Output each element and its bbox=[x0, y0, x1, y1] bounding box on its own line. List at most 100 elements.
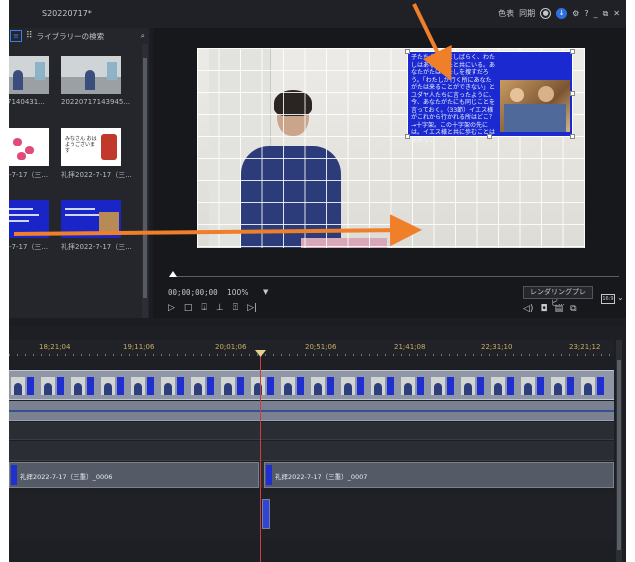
slide-frame-thumbnail bbox=[207, 377, 214, 395]
mark-in-icon[interactable]: ⍗ bbox=[201, 303, 206, 313]
slide-frame-thumbnail bbox=[507, 377, 514, 395]
slide-frame-thumbnail bbox=[477, 377, 484, 395]
video-frame-thumbnail bbox=[221, 377, 235, 395]
slide-frame-thumbnail bbox=[87, 377, 94, 395]
resize-handle[interactable] bbox=[405, 49, 410, 54]
clip-thumbnail bbox=[9, 56, 49, 94]
clip-caption: 20220717143945... bbox=[61, 98, 131, 106]
stop-icon[interactable]: □ bbox=[184, 303, 193, 313]
video-frame-thumbnail bbox=[41, 377, 55, 395]
search-placeholder: ライブラリーの検索 bbox=[36, 31, 105, 41]
slide-frame-thumbnail bbox=[177, 377, 184, 395]
render-preview-button[interactable]: レンダリングプレビ... bbox=[523, 286, 593, 307]
timeline-clip[interactable]: 礼拝2022-7-17（三重）_0006 bbox=[9, 462, 259, 488]
preview-tool-icons: ◁) ◘ ▤ ⧉ bbox=[523, 304, 577, 314]
library-clip[interactable]: みなさん おはようございます 礼拝2022-7-17（三... bbox=[61, 128, 132, 179]
playhead[interactable] bbox=[260, 356, 261, 562]
library-clip[interactable]: 7140431... bbox=[9, 56, 49, 106]
search-icon[interactable]: ⌕ bbox=[141, 31, 145, 42]
display-icon[interactable]: ▤ bbox=[555, 304, 564, 314]
resize-handle[interactable] bbox=[487, 134, 492, 139]
slide-frame-thumbnail bbox=[297, 377, 304, 395]
minimize-icon[interactable]: _ bbox=[594, 9, 598, 18]
resize-handle[interactable] bbox=[570, 134, 575, 139]
aspect-ratio-button[interactable]: 16:9 bbox=[601, 294, 615, 304]
snapshot-icon[interactable]: ⊥ bbox=[216, 303, 224, 313]
empty-track[interactable] bbox=[9, 422, 614, 440]
slide-text: みなさん おはようございます bbox=[65, 136, 97, 154]
ruler-tick-label: 20;01;06 bbox=[215, 343, 247, 351]
clip-thumbnail bbox=[61, 200, 121, 238]
timeline-scrollbar[interactable] bbox=[616, 340, 622, 562]
clip-label: 礼拝2022-7-17（三重）_0006 bbox=[20, 473, 113, 481]
clip-caption: -7-17（三... bbox=[9, 171, 49, 179]
video-frame-thumbnail bbox=[491, 377, 505, 395]
preview-video-frame[interactable]: 子たちよ、いましばらく、わたしはあなたがたと共にいる。あなたがたはわたしを捜すだ… bbox=[197, 48, 585, 248]
overlay-illustration bbox=[500, 80, 570, 132]
undock-icon[interactable]: ⧉ bbox=[570, 304, 576, 314]
library-search-input[interactable]: ライブラリーの検索 ⌕ bbox=[37, 31, 149, 42]
chevron-down-icon[interactable]: ▼ bbox=[263, 288, 268, 296]
volume-icon[interactable]: ◁) bbox=[523, 304, 533, 314]
grid-view-icon[interactable]: ⠿ bbox=[26, 31, 33, 41]
color-label[interactable]: 色表 bbox=[498, 8, 514, 19]
audio-waveform bbox=[9, 410, 614, 412]
slide-frame-thumbnail bbox=[537, 377, 544, 395]
timeline-clip[interactable] bbox=[262, 499, 270, 529]
zoom-select[interactable]: 100% bbox=[227, 288, 248, 297]
library-toolbar: ≡ ⠿ ライブラリーの検索 ⌕ bbox=[9, 28, 149, 44]
resize-handle[interactable] bbox=[570, 91, 575, 96]
settings-icon[interactable]: ⚙ bbox=[572, 9, 579, 18]
preview-seekbar[interactable] bbox=[171, 276, 619, 277]
timeline-panel: 18;21;04 19;11;06 20;01;06 20;51;06 21;4… bbox=[9, 326, 626, 562]
text-track[interactable] bbox=[9, 492, 614, 540]
sync-label[interactable]: 同期 bbox=[519, 8, 535, 19]
slide-frame-thumbnail bbox=[567, 377, 574, 395]
timeline-ruler[interactable]: 18;21;04 19;11;06 20;01;06 20;51;06 21;4… bbox=[9, 340, 614, 356]
slide-frame-thumbnail bbox=[387, 377, 394, 395]
seek-marker-icon[interactable] bbox=[169, 271, 177, 277]
video-track[interactable] bbox=[9, 370, 614, 400]
slide-frame-thumbnail bbox=[267, 377, 274, 395]
slide-frame-thumbnail bbox=[237, 377, 244, 395]
title-bar: S20220717* 色表 同期 ● ↓ ⚙ ? _ ⧉ ✕ bbox=[9, 0, 626, 28]
help-icon[interactable]: ? bbox=[584, 9, 588, 18]
slide-frame-thumbnail bbox=[597, 377, 604, 395]
camera-icon[interactable]: ◘ bbox=[540, 304, 547, 314]
library-scrollbar[interactable] bbox=[142, 44, 148, 318]
next-frame-icon[interactable]: ▷| bbox=[247, 303, 257, 313]
timeline-clip[interactable]: 礼拝2022-7-17（三重）_0007 bbox=[264, 462, 614, 488]
ruler-tick-label: 18;21;04 bbox=[39, 343, 71, 351]
clip-caption: 7140431... bbox=[9, 98, 45, 106]
video-frame-thumbnail bbox=[191, 377, 205, 395]
restore-icon[interactable]: ⧉ bbox=[603, 9, 609, 19]
video-frame-thumbnail bbox=[251, 377, 265, 395]
update-icon[interactable]: ↓ bbox=[556, 8, 568, 19]
empty-track[interactable] bbox=[9, 441, 614, 461]
account-icon[interactable]: ● bbox=[540, 8, 552, 19]
library-clip[interactable]: 礼拝2022-7-17（三... bbox=[61, 200, 132, 251]
video-frame-thumbnail bbox=[371, 377, 385, 395]
mark-out-icon[interactable]: ⍐ bbox=[233, 303, 238, 313]
resize-handle[interactable] bbox=[570, 49, 575, 54]
chevron-down-icon[interactable]: ⌄ bbox=[617, 293, 624, 302]
video-frame-thumbnail bbox=[341, 377, 355, 395]
text-overlay-object[interactable]: 子たちよ、いましばらく、わたしはあなたがたと共にいる。あなたがたはわたしを捜すだ… bbox=[407, 51, 573, 144]
library-clip[interactable]: -7-17（三... bbox=[9, 200, 49, 251]
library-clip[interactable]: -7-17（三... bbox=[9, 128, 49, 179]
timecode-display: 00;00;00;00 bbox=[168, 288, 218, 297]
clip-thumbnail: みなさん おはようございます bbox=[61, 128, 121, 166]
slide-frame-thumbnail bbox=[57, 377, 64, 395]
audio-track[interactable] bbox=[9, 401, 614, 421]
video-frame-thumbnail bbox=[281, 377, 295, 395]
overlay-track[interactable]: 礼拝2022-7-17（三重）_0006 礼拝2022-7-17（三重）_000… bbox=[9, 462, 614, 488]
resize-handle[interactable] bbox=[405, 134, 410, 139]
library-clip[interactable]: 20220717143945... bbox=[61, 56, 130, 106]
list-view-icon[interactable]: ≡ bbox=[10, 30, 22, 42]
close-icon[interactable]: ✕ bbox=[613, 9, 620, 18]
video-frame-thumbnail bbox=[101, 377, 115, 395]
slide-frame-thumbnail bbox=[447, 377, 454, 395]
video-frame-thumbnail bbox=[161, 377, 175, 395]
play-icon[interactable]: ▷ bbox=[168, 303, 175, 313]
ruler-tick-label: 23;21;12 bbox=[569, 343, 601, 351]
